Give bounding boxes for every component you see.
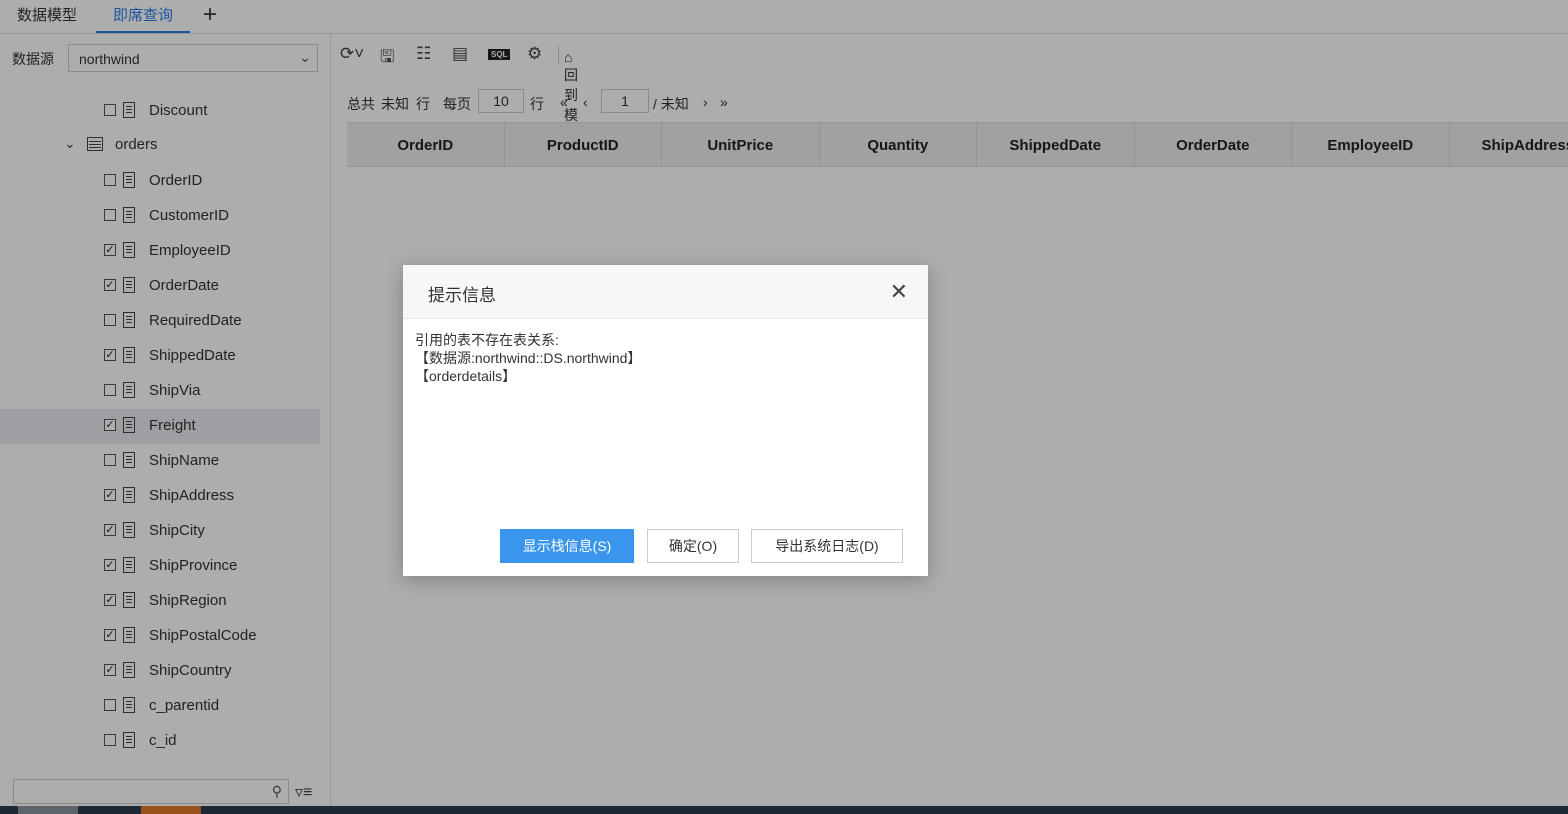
- dialog-header: 提示信息 ✕: [403, 265, 928, 319]
- dialog-message-line: 【orderdetails】: [415, 368, 517, 384]
- dialog-message: 引用的表不存在表关系: 【数据源:northwind::DS.northwind…: [415, 331, 641, 385]
- dialog-message-line: 【数据源:northwind::DS.northwind】: [415, 350, 642, 366]
- ok-button[interactable]: 确定(O): [647, 529, 739, 563]
- export-log-button[interactable]: 导出系统日志(D): [751, 529, 903, 563]
- info-dialog: 提示信息 ✕ 引用的表不存在表关系: 【数据源:northwind::DS.no…: [403, 265, 928, 576]
- dialog-title: 提示信息: [428, 286, 496, 305]
- dialog-message-line: 引用的表不存在表关系:: [415, 332, 559, 348]
- close-icon[interactable]: ✕: [890, 279, 908, 305]
- show-stack-button[interactable]: 显示栈信息(S): [500, 529, 634, 563]
